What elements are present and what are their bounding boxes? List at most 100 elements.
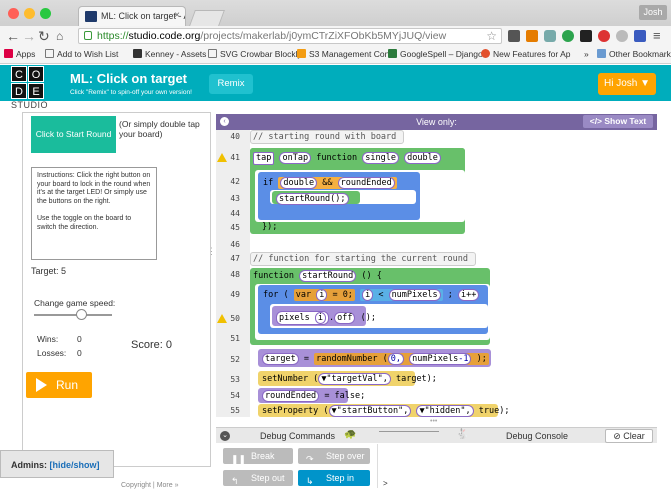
step-in-button[interactable]: ↳ Step in — [298, 470, 370, 486]
bookmark-new-features[interactable]: New Features for Ap — [481, 46, 570, 63]
pixels-ref: pixels — [279, 313, 310, 323]
instructions-text: Instructions: Click the right button on … — [37, 172, 151, 205]
step-out-button[interactable]: ↰ Step out — [223, 470, 293, 486]
wifi-icon[interactable] — [616, 30, 628, 42]
close-tab-icon[interactable]: × — [174, 10, 180, 21]
var-init: var i = 0; — [293, 289, 355, 301]
step-out-label: Step out — [251, 473, 285, 483]
slow-speed-icon[interactable]: 🐢 — [344, 429, 356, 440]
semicolon: ; — [447, 290, 453, 300]
amazon-extension-icon[interactable] — [526, 30, 538, 42]
run-button[interactable]: Run — [26, 372, 92, 398]
target-arg: target); — [395, 374, 437, 384]
score-label: Score: 0 — [131, 339, 172, 351]
onTap-close: }); — [262, 222, 278, 232]
home-icon[interactable]: ⌂ — [56, 27, 63, 45]
minimize-window-icon[interactable] — [24, 8, 35, 19]
admins-panel: Admins: [hide/show] — [0, 450, 114, 478]
remix-button[interactable]: Remix — [209, 74, 253, 94]
clear-label: Clear — [623, 431, 645, 441]
numPixels-ref: numPixels — [412, 354, 459, 364]
bookmark-kenney[interactable]: Kenney - Assets — [133, 46, 206, 63]
start-round-button[interactable]: Click to Start Round — [31, 116, 116, 153]
instructions-box: Instructions: Click the right button on … — [31, 167, 157, 260]
user-menu-button[interactable]: Hi Josh ▼ — [598, 73, 656, 95]
pixel-off-line: pixels i. off (); — [276, 311, 376, 325]
speed-slider[interactable] — [34, 309, 112, 320]
single-param: single — [362, 152, 399, 164]
pane-splitter-handle[interactable]: ⋮ — [207, 246, 216, 257]
cast-icon[interactable] — [544, 30, 556, 42]
more-link[interactable]: More » — [157, 482, 179, 489]
bookmark-googlespell[interactable]: GoogleSpell – Django — [388, 46, 483, 63]
comment-text: // function for starting the current rou… — [253, 254, 468, 264]
address-bar[interactable]: https://studio.code.org/projects/makerla… — [78, 28, 502, 44]
call-parens: (); — [360, 313, 376, 323]
line-number: 42 — [230, 177, 240, 186]
bookmarks-bar: Apps Add to Wish List Kenney - Assets SV… — [0, 46, 671, 64]
extension-icon-2[interactable] — [562, 30, 574, 42]
line-number: 46 — [230, 240, 240, 249]
extension-icon-3[interactable] — [580, 30, 592, 42]
bookmark-s3[interactable]: S3 Management Con — [297, 46, 389, 63]
collapse-debug-icon[interactable]: ⌄ — [220, 431, 230, 441]
step-in-label: Step in — [326, 473, 355, 483]
break-button[interactable]: ❚❚ Break — [223, 448, 293, 464]
step-over-label: Step over — [326, 451, 365, 461]
bookmark-svg-crowbar[interactable]: SVG Crowbar Blockly — [208, 46, 302, 63]
debug-resize-handle[interactable]: ••• — [430, 418, 437, 425]
debug-console[interactable] — [377, 444, 657, 488]
roundEnded-ref: roundEnded — [262, 390, 320, 402]
call-end: ); — [476, 354, 487, 364]
slider-thumb[interactable] — [75, 309, 87, 320]
fast-speed-icon[interactable]: 🐇 — [456, 429, 468, 440]
copyright-link[interactable]: Copyright — [121, 482, 151, 489]
double-param: double — [404, 152, 441, 164]
clear-console-button[interactable]: ⊘ Clear — [605, 429, 653, 443]
url-scheme: https:// — [97, 30, 129, 42]
profile-button[interactable]: Josh — [639, 5, 667, 20]
back-icon[interactable]: ← — [6, 27, 20, 45]
and-operator: && — [322, 178, 333, 188]
startRound-call: startRound(); — [276, 193, 349, 205]
extension-icon-5[interactable] — [634, 30, 646, 42]
for-keyword: for — [263, 290, 279, 300]
step-over-button[interactable]: ↷ Step over — [298, 448, 370, 464]
losses-value: 0 — [77, 348, 82, 358]
debug-speed-slider[interactable] — [379, 431, 439, 432]
url-host: studio.code.org — [128, 30, 201, 42]
logo-letter: C — [11, 66, 27, 82]
bookmark-label: Apps — [16, 49, 36, 59]
function-parens: () { — [361, 271, 382, 281]
bookmark-other[interactable]: Other Bookmarks — [597, 46, 671, 63]
extension-icon-1[interactable] — [508, 30, 520, 42]
startButton-arg: ▼"startButton", — [328, 405, 412, 417]
forward-icon[interactable]: → — [22, 27, 36, 45]
bookmarks-overflow[interactable]: » — [584, 46, 589, 63]
i-var: i — [316, 289, 328, 301]
menu-icon[interactable]: ≡ — [653, 27, 661, 45]
speed-label: Change game speed: — [34, 298, 116, 308]
wins-value: 0 — [77, 334, 82, 344]
reload-icon[interactable]: ↻ — [38, 27, 50, 45]
new-tab-button[interactable] — [189, 10, 225, 26]
bookmark-star-icon[interactable]: ☆ — [486, 29, 497, 43]
code-org-logo[interactable]: C O D E — [11, 66, 45, 100]
admins-toggle-link[interactable]: [hide/show] — [50, 460, 100, 470]
bookmark-wishlist[interactable]: Add to Wish List — [45, 46, 118, 63]
bookmark-apps[interactable]: Apps — [4, 46, 35, 63]
extension-icon-4[interactable] — [598, 30, 610, 42]
show-text-button[interactable]: </> Show Text — [583, 115, 653, 128]
break-label: Break — [251, 451, 275, 461]
console-prompt[interactable]: > — [383, 479, 388, 488]
maximize-window-icon[interactable] — [40, 8, 51, 19]
roundEnded-assign-line: roundEnded = false; — [262, 390, 365, 402]
browser-tab[interactable]: ML: Click on target - App L × — [78, 6, 186, 26]
lock-icon — [84, 31, 92, 40]
close-window-icon[interactable] — [8, 8, 19, 19]
startRound-def-line: function startRound () { — [253, 270, 382, 282]
if-keyword: if — [263, 178, 274, 188]
pause-icon: ❚❚ — [231, 454, 247, 464]
line-number: 43 — [230, 194, 240, 203]
setNumber-line: setNumber (▼"targetVal", target); — [262, 373, 437, 385]
